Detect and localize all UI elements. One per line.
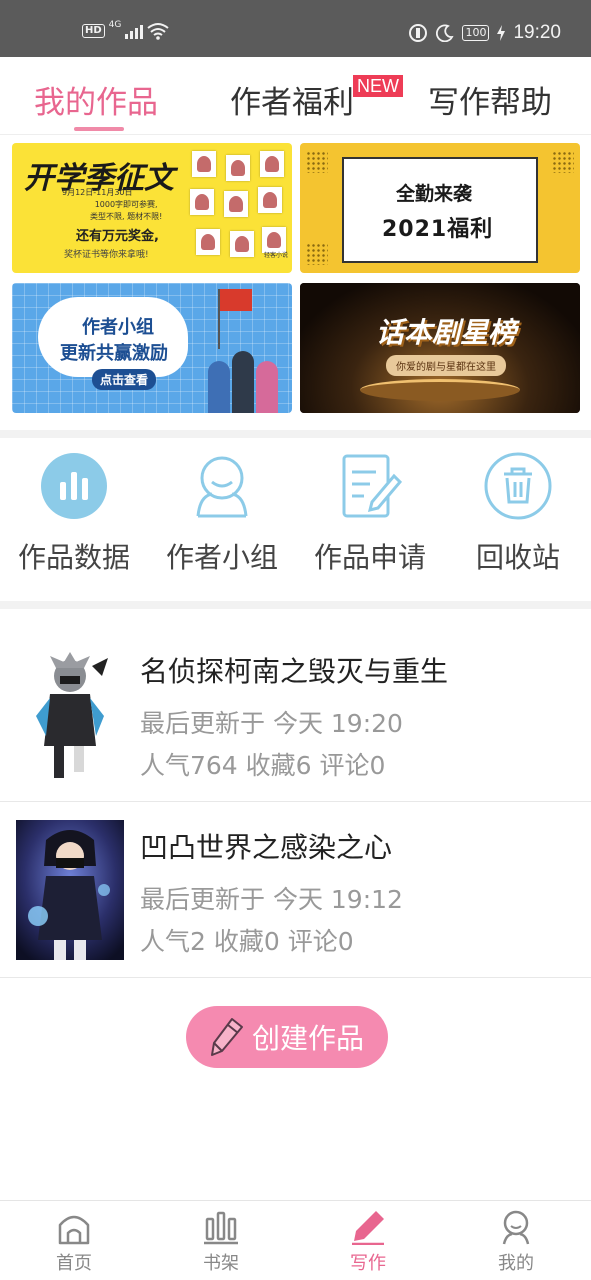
banner-contest-line1: 1000字即可参赛, 类型不限, 题材不限! [90,200,163,221]
nav-bookshelf[interactable]: 书架 [171,1209,271,1275]
clock: 19:20 [513,22,561,43]
banner-star-stage [360,379,520,401]
banner-contest-date: 9月12日-11月30日 [62,188,133,197]
nav-home[interactable]: 首页 [24,1209,124,1275]
wifi-icon [147,23,169,40]
active-tab-indicator [74,127,124,131]
tab-writing-help[interactable]: 写作帮助 [428,77,552,122]
section-divider [0,430,591,438]
action-work-apply[interactable]: 作品申请 [300,452,440,576]
tab-my-works[interactable]: 我的作品 [34,77,158,122]
hd-indicator: HD [82,24,105,38]
work-stats: 人气764 收藏6 评论0 [140,751,386,780]
banner-attendance-board [342,157,538,263]
trash-icon [484,452,552,520]
status-right: 100 19:20 [408,22,561,44]
banner-group-button[interactable]: 点击查看 [92,369,157,390]
banner-attendance-line2: 2021福利 [382,217,494,242]
banner-star-title: 话本剧星榜 [376,316,517,349]
action-recycle-bin-label: 回收站 [475,541,560,574]
work-title[interactable]: 名侦探柯南之毁灭与重生 [140,650,448,690]
work-cover [16,820,124,960]
banner-contest[interactable]: 开学季征文 9月12日-11月30日 1000字即可参赛, 类型不限, 题材不限!… [12,143,292,273]
create-work-button[interactable]: 创建作品 [186,1006,388,1068]
status-left: HD 4G [82,19,169,40]
pencil-icon [210,1018,243,1056]
home-icon [58,1215,90,1245]
banner-contest-line4: 奖杯证书等你来拿哦! [64,250,149,260]
vibrate-icon [409,24,428,42]
flag-icon [220,289,252,311]
banner-group-line1: 作者小组 [82,317,154,338]
work-item[interactable]: 凹凸世界之感染之心 最后更新于 今天 19:12 人气2 收藏0 评论0 [0,802,591,978]
nav-home-label: 首页 [56,1253,92,1274]
action-recycle-bin[interactable]: 回收站 [448,452,588,576]
section-divider [0,601,591,609]
bar-chart-icon [41,453,107,519]
banner-contest-corner: 轻客小说 [263,252,288,259]
work-updated: 最后更新于 今天 19:12 [140,885,403,914]
top-tabs: 我的作品 作者福利 NEW 写作帮助 [0,57,591,135]
nav-writing-label: 写作 [350,1253,386,1274]
moon-icon [436,24,455,42]
charging-icon [497,25,506,41]
banner-contest-line3: 还有万元奖金, [76,229,159,244]
work-stats: 人气2 收藏0 评论0 [140,927,354,956]
nav-profile-label: 我的 [498,1253,534,1274]
network-type: 4G [108,19,122,30]
work-title[interactable]: 凹凸世界之感染之心 [140,826,392,866]
nav-profile[interactable]: 我的 [466,1209,566,1275]
action-work-data[interactable]: 作品数据 [4,452,144,576]
action-work-data-label: 作品数据 [17,541,130,574]
create-work-label: 创建作品 [251,1022,364,1055]
banner-author-group[interactable]: 作者小组 更新共赢激励 点击查看 [12,283,292,413]
bookshelf-icon [204,1211,238,1245]
tab-author-benefits[interactable]: 作者福利 [230,77,354,122]
action-work-apply-label: 作品申请 [313,541,426,574]
action-author-group-label: 作者小组 [165,541,278,574]
banner-group-line2: 更新共赢激励 [60,343,168,364]
work-updated: 最后更新于 今天 19:20 [140,709,403,738]
edit-document-icon [342,454,403,518]
battery-icon: 100 [462,25,490,41]
banner-star-pill: 你爱的剧与星都在这里 [386,355,506,376]
nav-bookshelf-label: 书架 [203,1253,239,1274]
banner-star-ranking[interactable]: 话本剧星榜 你爱的剧与星都在这里 [300,283,580,413]
group-icon [196,456,248,518]
banner-attendance[interactable]: 全勤来袭 2021福利 [300,143,580,273]
new-badge: NEW [353,75,403,97]
work-item[interactable]: 名侦探柯南之毁灭与重生 最后更新于 今天 19:20 人气764 收藏6 评论0 [0,628,591,802]
status-bar: HD 4G 100 19:20 [0,0,591,57]
pen-icon [352,1211,384,1245]
action-author-group[interactable]: 作者小组 [152,452,292,576]
signal-icon [125,23,144,39]
bottom-nav: 首页 书架 写作 我的 [0,1200,591,1280]
profile-icon [502,1210,530,1245]
banner-attendance-line1: 全勤来袭 [396,183,473,205]
work-cover [16,646,124,786]
nav-writing[interactable]: 写作 [318,1209,418,1275]
